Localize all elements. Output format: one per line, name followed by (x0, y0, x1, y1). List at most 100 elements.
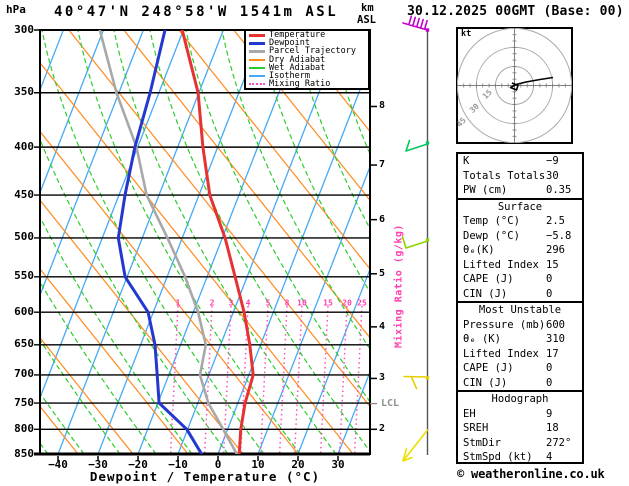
isotherm-line (297, 267, 370, 454)
table-section-header: Most Unstable (478, 304, 562, 316)
index-row: Pressure (mb) 600 (458, 318, 582, 333)
mixing-ratio-value-label: 10 (297, 298, 307, 308)
mixing-ratio-value-label: 2 (209, 298, 215, 308)
index-value: 30 (546, 169, 559, 182)
pressure-tick-label: 650 (14, 337, 34, 351)
index-value: 18 (546, 422, 559, 434)
index-row: CAPE (J) 0 (458, 272, 582, 287)
index-value: 272° (546, 436, 572, 449)
index-value: 17 (546, 347, 559, 360)
index-row: CAPE (J) 0 (458, 361, 582, 376)
index-label: Lifted Index (463, 258, 539, 271)
wet-adiabat-line (221, 30, 370, 351)
altitude-unit-asl-label: ASL (357, 14, 376, 26)
x-axis-label: Dewpoint / Temperature (°C) (89, 469, 321, 484)
legend-line-sample (249, 49, 265, 53)
legend-item-label: Mixing Ratio (269, 78, 331, 89)
km-tick-label: 4 (379, 320, 386, 332)
index-label: CAPE (J) (463, 362, 514, 374)
temp-tick-label: −40 (48, 458, 68, 471)
km-tick-label: 7 (379, 159, 386, 171)
skewt-sounding-page: hPa 40°47'N 248°58'W 1541m ASL 30.12.202… (0, 0, 629, 486)
index-label: CIN (J) (463, 287, 508, 300)
indices-table: K −9 Totals Totals 30 PW (cm) 0.35 Surface Temp… (456, 152, 584, 464)
mixing-ratio-value-label: 8 (284, 298, 290, 308)
temp-tick-label: 20 (291, 458, 305, 471)
index-label: Pressure (mb) (463, 318, 546, 331)
index-label: CAPE (J) (463, 273, 514, 285)
km-tick-label: 6 (379, 213, 386, 225)
index-row: Dewp (°C) −5.8 (458, 229, 582, 244)
index-row: StmSpd (kt) 4 (458, 450, 582, 465)
pressure-tick-label: 550 (14, 269, 34, 283)
wind-barb-dot (425, 376, 430, 380)
km-tick-label: 2 (379, 423, 386, 435)
index-label: θₑ (K) (463, 333, 501, 345)
mixing-ratio-value-label: 25 (357, 298, 367, 308)
mixing-ratio-value-label: 4 (245, 298, 251, 308)
index-value: 0 (546, 362, 553, 374)
temp-tick-label: 10 (251, 458, 265, 471)
wind-barb-dot (425, 28, 430, 32)
index-value: −9 (546, 155, 559, 167)
hodograph (456, 27, 573, 144)
table-section: Surface Temp (°C) 2.5 Dewp (°C) −5.8 θₑ(K) 296… (458, 197, 582, 302)
index-row: EH 9 (458, 407, 582, 422)
index-value: 310 (546, 333, 565, 345)
mixing-ratio-value-label: 1 (175, 298, 181, 308)
index-row: CIN (J) 0 (458, 287, 582, 302)
mixing-ratio-axis-label: Mixing Ratio (g/kg) (393, 224, 405, 348)
km-tick-label: 3 (379, 372, 386, 384)
date-title: 30.12.2025 00GMT (Base: 00) (407, 4, 624, 19)
altitude-unit-km-label: km (361, 2, 374, 14)
index-label: CIN (J) (463, 376, 508, 389)
mixing-ratio-value-label: 20 (342, 298, 352, 308)
index-row: SREH 18 (458, 421, 582, 436)
temp-tick-label: 0 (214, 458, 222, 471)
index-label: StmSpd (kt) (463, 451, 533, 463)
pressure-tick-label: 850 (14, 446, 34, 460)
wind-barb-dot (425, 141, 430, 145)
index-value: 0 (546, 376, 553, 389)
index-label: EH (463, 407, 476, 420)
wet-adiabat-line (41, 30, 265, 454)
index-label: Lifted Index (463, 347, 539, 360)
pressure-tick-label: 700 (14, 367, 34, 381)
index-value: 2.5 (546, 215, 565, 227)
isotherm-line (217, 62, 370, 454)
wind-barb-dot (425, 238, 430, 242)
index-row: PW (cm) 0.35 (458, 183, 582, 198)
pressure-tick-label: 300 (14, 22, 34, 36)
index-value: 4 (546, 451, 553, 463)
wind-barb (403, 375, 429, 390)
index-value: 0 (546, 273, 553, 285)
index-row: K −9 (458, 154, 582, 169)
wind-barb (405, 139, 429, 152)
index-value: 600 (546, 318, 565, 331)
index-value: −5.8 (546, 229, 572, 242)
temp-tick-label: −30 (88, 458, 108, 471)
index-value: 0 (546, 287, 553, 300)
pressure-tick-label: 500 (14, 230, 34, 244)
legend-line-sample (249, 41, 265, 45)
table-section: Most Unstable Pressure (mb) 600 θₑ (K) 310 Li… (458, 301, 582, 390)
index-label: PW (cm) (463, 184, 508, 196)
pressure-tick-label: 450 (14, 187, 34, 201)
pressure-tick-label: 600 (14, 304, 34, 318)
legend-box: Temperature Dewpoint Parcel Trajectory Dry … (244, 29, 370, 90)
index-label: Temp (°C) (463, 215, 520, 227)
pressure-tick-label: 400 (14, 139, 34, 153)
temp-tick-label: 30 (331, 458, 345, 471)
index-row: Lifted Index 15 (458, 258, 582, 273)
wind-barb (402, 429, 429, 462)
index-value: 9 (546, 407, 553, 420)
pressure-tick-label: 350 (14, 85, 34, 99)
index-value: 0.35 (546, 184, 572, 196)
legend-line-sample (249, 33, 265, 37)
km-tick-label: 5 (379, 267, 386, 279)
index-label: SREH (463, 422, 489, 434)
isotherm-line (137, 30, 304, 454)
index-label: Dewp (°C) (463, 229, 520, 242)
legend-line-sample (249, 58, 265, 61)
index-row: Temp (°C) 2.5 (458, 214, 582, 229)
